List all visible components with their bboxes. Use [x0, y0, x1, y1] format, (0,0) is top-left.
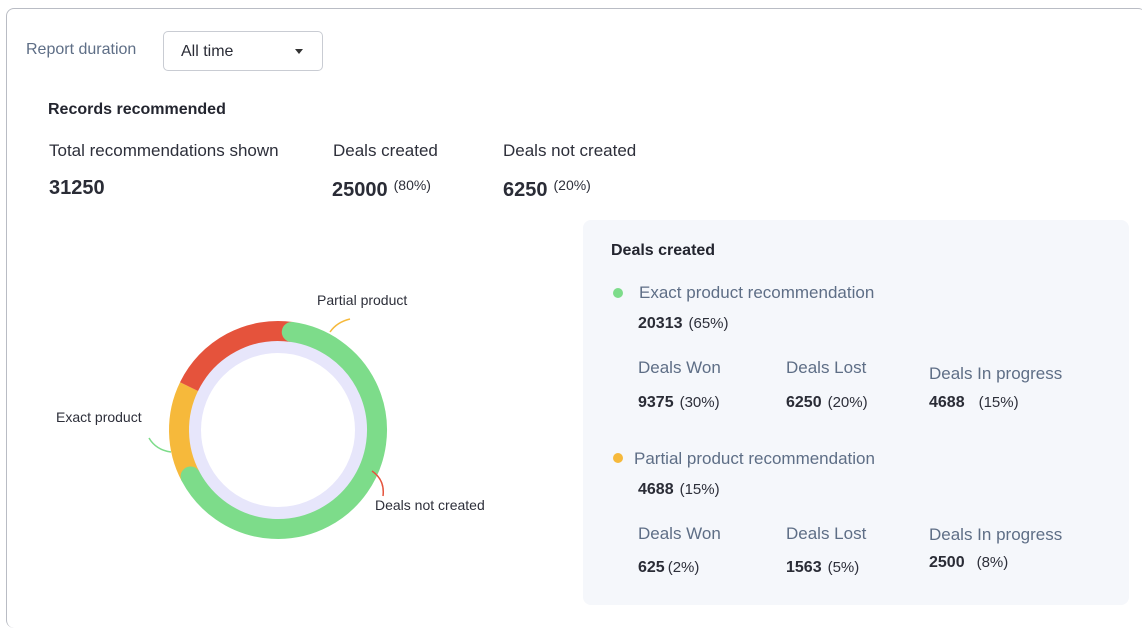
- exact-product-legend-dot: [613, 288, 623, 298]
- arc-partial-product: [169, 382, 200, 482]
- partial-deals-won-value: 625 (2%): [638, 559, 700, 576]
- exact-deals-lost-value: 6250 (20%): [786, 394, 868, 411]
- deals-created-panel: [583, 220, 1129, 605]
- exact-product-recommendation-value: 20313 (65%): [638, 315, 729, 332]
- exact-product-leader: [148, 437, 172, 453]
- deals-created-value: 25000 (80%): [332, 177, 431, 201]
- partial-deals-in-progress-value: 2500 (8%): [929, 554, 1009, 571]
- total-recommendations-value: 31250: [49, 177, 105, 199]
- report-duration-label: Report duration: [26, 41, 137, 58]
- exact-deals-in-progress-label: Deals In progress: [929, 364, 1063, 383]
- partial-product-legend-dot: [613, 453, 623, 463]
- report-duration-value: All time: [181, 43, 234, 60]
- donut-track: [177, 329, 379, 531]
- total-recommendations-label: Total recommendations shown: [49, 141, 279, 160]
- exact-deals-in-progress-value: 4688 (15%): [929, 394, 1019, 411]
- report-duration-select[interactable]: All time: [163, 31, 323, 71]
- partial-deals-in-progress-label: Deals In progress: [929, 525, 1063, 544]
- partial-product-leader: [329, 318, 351, 333]
- partial-deals-lost-value: 1563 (5%): [786, 559, 860, 576]
- deals-created-pct: (80%): [393, 177, 431, 193]
- records-recommended-title: Records recommended: [48, 101, 226, 118]
- exact-deals-lost-label: Deals Lost: [786, 358, 867, 377]
- partial-deals-won-label: Deals Won: [638, 524, 721, 543]
- deals-not-created-value: 6250 (20%): [503, 177, 591, 201]
- deals-created-panel-title: Deals created: [611, 242, 716, 259]
- exact-deals-won-value: 9375 (30%): [638, 394, 720, 411]
- chart-label-deals-not-created: Deals not created: [375, 497, 485, 513]
- partial-product-recommendation-value: 4688 (15%): [638, 481, 720, 498]
- deals-not-created-pct: (20%): [553, 177, 591, 193]
- chart-label-partial-product: Partial product: [317, 292, 408, 308]
- chart-label-exact-product: Exact product: [56, 409, 142, 425]
- partial-deals-lost-label: Deals Lost: [786, 524, 867, 543]
- caret-down-icon: [295, 49, 303, 54]
- exact-product-recommendation-label: Exact product recommendation: [639, 283, 875, 302]
- deals-created-label: Deals created: [333, 141, 438, 160]
- exact-deals-won-label: Deals Won: [638, 358, 721, 377]
- partial-product-recommendation-label: Partial product recommendation: [634, 449, 875, 468]
- deals-not-created-label: Deals not created: [503, 141, 637, 160]
